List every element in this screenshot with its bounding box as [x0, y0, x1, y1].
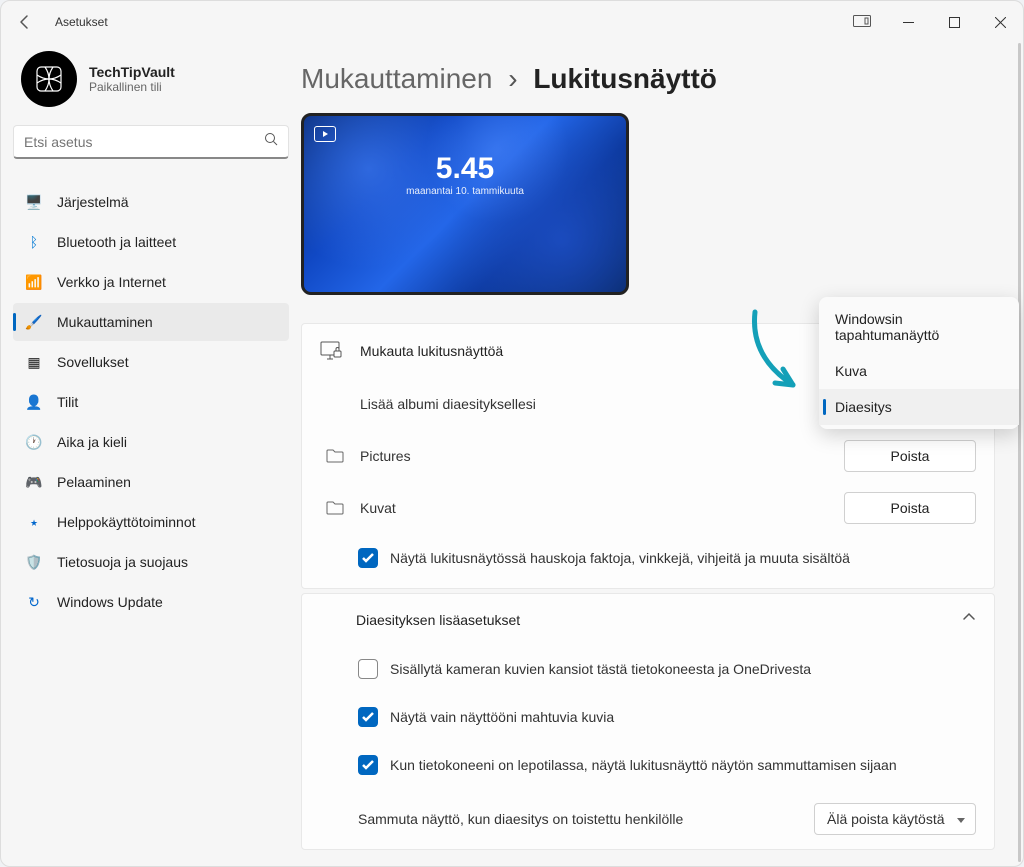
- select-value: Älä poista käytöstä: [827, 811, 945, 827]
- avatar: [21, 51, 77, 107]
- sleep-show-row: Kun tietokoneeni on lepotilassa, näytä l…: [302, 741, 994, 789]
- slideshow-badge-icon: [314, 126, 336, 142]
- accounts-icon: 👤: [25, 393, 43, 411]
- preview-date-text: maanantai 10. tammikuuta: [406, 186, 524, 197]
- gaming-icon: 🎮: [25, 473, 43, 491]
- sleep-show-checkbox[interactable]: [358, 755, 378, 775]
- nav-item-time[interactable]: 🕐 Aika ja kieli: [13, 423, 289, 461]
- include-camera-checkbox[interactable]: [358, 659, 378, 679]
- main-panel: Mukauttaminen › Lukitusnäyttö 5.45 maana…: [301, 43, 1023, 866]
- nav-item-apps[interactable]: ▦ Sovellukset: [13, 343, 289, 381]
- search-icon: [264, 132, 278, 151]
- personalization-icon: 🖌️: [25, 313, 43, 331]
- folder-row-kuvat: Kuvat Poista: [302, 482, 994, 534]
- nav-label: Pelaaminen: [57, 474, 131, 490]
- nav-item-bluetooth[interactable]: ᛒ Bluetooth ja laitteet: [13, 223, 289, 261]
- nav-label: Tilit: [57, 394, 78, 410]
- nav-item-network[interactable]: 📶 Verkko ja Internet: [13, 263, 289, 301]
- only-fit-label: Näytä vain näyttööni mahtuvia kuvia: [390, 709, 614, 725]
- search-input[interactable]: [24, 134, 264, 150]
- only-fit-checkbox[interactable]: [358, 707, 378, 727]
- sleep-show-label: Kun tietokoneeni on lepotilassa, näytä l…: [390, 757, 897, 773]
- breadcrumb-current: Lukitusnäyttö: [533, 63, 717, 94]
- turn-off-label: Sammuta näyttö, kun diaesitys on toistet…: [358, 811, 802, 827]
- back-arrow-icon: [17, 14, 33, 30]
- nav-label: Tietosuoja ja suojaus: [57, 554, 188, 570]
- apps-icon: ▦: [25, 353, 43, 371]
- chevron-up-icon[interactable]: [962, 610, 976, 629]
- turn-off-select[interactable]: Älä poista käytöstä: [814, 803, 976, 835]
- include-camera-label: Sisällytä kameran kuvien kansiot tästä t…: [390, 661, 811, 677]
- update-icon: ↻: [25, 593, 43, 611]
- account-block[interactable]: TechTipVault Paikallinen tili: [13, 43, 289, 125]
- folder-icon: [324, 497, 346, 519]
- accessibility-icon: ⭑: [25, 513, 43, 531]
- advanced-title: Diaesityksen lisäasetukset: [356, 612, 944, 628]
- nav-item-gaming[interactable]: 🎮 Pelaaminen: [13, 463, 289, 501]
- time-icon: 🕐: [25, 433, 43, 451]
- preview-time-text: 5.45: [406, 152, 524, 186]
- close-button[interactable]: [977, 6, 1023, 38]
- folder-icon: [324, 445, 346, 467]
- breadcrumb: Mukauttaminen › Lukitusnäyttö: [301, 63, 995, 95]
- lockscreen-preview[interactable]: 5.45 maanantai 10. tammikuuta: [301, 113, 629, 295]
- bluetooth-icon: ᛒ: [25, 233, 43, 251]
- window-controls: [839, 1, 1023, 43]
- folder-name: Pictures: [360, 448, 830, 464]
- nav-item-privacy[interactable]: 🛡️ Tietosuoja ja suojaus: [13, 543, 289, 581]
- account-name: TechTipVault: [89, 64, 175, 80]
- remove-button[interactable]: Poista: [844, 492, 976, 524]
- nav-label: Aika ja kieli: [57, 434, 127, 450]
- personalize-dropdown: Windowsin tapahtumanäyttö Kuva Diaesitys: [819, 297, 1019, 429]
- network-icon: 📶: [25, 273, 43, 291]
- window-title: Asetukset: [55, 15, 108, 29]
- fun-facts-row: Näytä lukitusnäytössä hauskoja faktoja, …: [302, 534, 994, 588]
- nav-label: Sovellukset: [57, 354, 129, 370]
- nav-item-accessibility[interactable]: ⭑ Helppokäyttötoiminnot: [13, 503, 289, 541]
- titlebar: Asetukset: [1, 1, 1023, 43]
- tablet-mode-icon[interactable]: [839, 6, 885, 38]
- fun-facts-label: Näytä lukitusnäytössä hauskoja faktoja, …: [390, 550, 850, 566]
- nav-item-system[interactable]: 🖥️ Järjestelmä: [13, 183, 289, 221]
- system-icon: 🖥️: [25, 193, 43, 211]
- folder-row-pictures: Pictures Poista: [302, 430, 994, 482]
- nav-label: Mukauttaminen: [57, 314, 153, 330]
- nav-label: Helppokäyttötoiminnot: [57, 514, 196, 530]
- lock-monitor-icon: [320, 340, 342, 362]
- nav-list: 🖥️ Järjestelmä ᛒ Bluetooth ja laitteet 📶 Ve…: [13, 183, 289, 621]
- breadcrumb-separator: ›: [508, 63, 517, 94]
- account-subtitle: Paikallinen tili: [89, 80, 175, 94]
- include-camera-row: Sisällytä kameran kuvien kansiot tästä t…: [302, 645, 994, 693]
- only-fit-row: Näytä vain näyttööni mahtuvia kuvia: [302, 693, 994, 741]
- add-album-label: Lisää albumi diaesityksellesi: [360, 396, 830, 412]
- nav-label: Järjestelmä: [57, 194, 129, 210]
- content: TechTipVault Paikallinen tili 🖥️ Järjeste…: [1, 43, 1023, 866]
- turn-off-row: Sammuta näyttö, kun diaesitys on toistet…: [302, 789, 994, 849]
- nav-label: Windows Update: [57, 594, 163, 610]
- fun-facts-checkbox[interactable]: [358, 548, 378, 568]
- advanced-card: Diaesityksen lisäasetukset Sisällytä kam…: [301, 593, 995, 850]
- dropdown-item-slideshow[interactable]: Diaesitys: [819, 389, 1019, 425]
- nav-label: Bluetooth ja laitteet: [57, 234, 176, 250]
- remove-button[interactable]: Poista: [844, 440, 976, 472]
- privacy-icon: 🛡️: [25, 553, 43, 571]
- nav-item-accounts[interactable]: 👤 Tilit: [13, 383, 289, 421]
- nav-item-update[interactable]: ↻ Windows Update: [13, 583, 289, 621]
- search-box[interactable]: [13, 125, 289, 159]
- dropdown-item-picture[interactable]: Kuva: [819, 353, 1019, 389]
- sidebar: TechTipVault Paikallinen tili 🖥️ Järjeste…: [1, 43, 301, 866]
- preview-clock: 5.45 maanantai 10. tammikuuta: [406, 152, 524, 197]
- back-button[interactable]: [13, 10, 37, 34]
- maximize-button[interactable]: [931, 6, 977, 38]
- breadcrumb-parent[interactable]: Mukauttaminen: [301, 63, 492, 94]
- advanced-header[interactable]: Diaesityksen lisäasetukset: [302, 594, 994, 645]
- folder-name: Kuvat: [360, 500, 830, 516]
- dropdown-item-spotlight[interactable]: Windowsin tapahtumanäyttö: [819, 301, 1019, 353]
- nav-label: Verkko ja Internet: [57, 274, 166, 290]
- minimize-button[interactable]: [885, 6, 931, 38]
- settings-window: Asetukset TechTipVault Paikallinen tili: [0, 0, 1024, 867]
- nav-item-personalization[interactable]: 🖌️ Mukauttaminen: [13, 303, 289, 341]
